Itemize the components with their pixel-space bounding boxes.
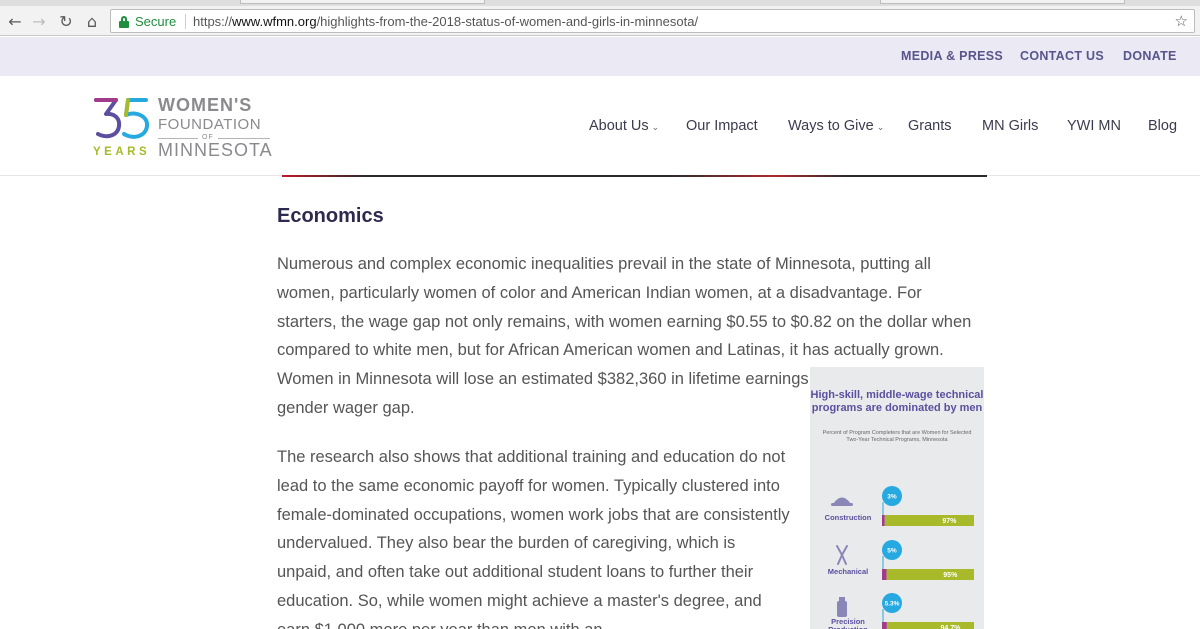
site-header: YEARS WOMEN'S FOUNDATION OF MINNESOTA Ab…: [0, 76, 1200, 176]
nav-grants[interactable]: Grants: [908, 118, 952, 134]
nav-ywi-mn[interactable]: YWI MN: [1067, 118, 1121, 134]
men-percent-label: 97%: [942, 518, 957, 525]
bottle-icon-cap: [839, 597, 845, 601]
nav-mn-girls[interactable]: MN Girls: [982, 118, 1038, 134]
url-text[interactable]: https://www.wfmn.org/highlights-from-the…: [193, 14, 698, 29]
nav-our-impact[interactable]: Our Impact: [686, 118, 758, 134]
logo-35-mark: [94, 98, 149, 139]
men-percent-label: 95%: [943, 572, 958, 579]
women-bar: [882, 622, 887, 629]
chevron-down-icon: ⌄: [651, 122, 660, 132]
hero-image-bottom-edge: [282, 175, 987, 177]
lock-icon: [119, 16, 129, 28]
browser-tab[interactable]: [240, 0, 485, 4]
star-icon[interactable]: ☆: [1175, 12, 1188, 30]
secure-label: Secure: [135, 14, 177, 29]
url-path: /highlights-from-the-2018-status-of-wome…: [316, 14, 699, 29]
logo-rule: [218, 138, 270, 139]
address-bar[interactable]: Secure https://www.wfmn.org/highlights-f…: [110, 9, 1195, 33]
url-host: www.wfmn.org: [232, 14, 317, 29]
nav-ways-to-give-label: Ways to Give: [788, 118, 874, 134]
men-bar: [886, 569, 974, 580]
media-press-link[interactable]: MEDIA & PRESS: [901, 49, 1003, 63]
men-percent-label: 94.7%: [941, 625, 962, 629]
donate-link[interactable]: DONATE: [1123, 49, 1177, 63]
nav-about-us[interactable]: About Us ⌄: [589, 118, 659, 134]
contact-us-link[interactable]: CONTACT US: [1020, 49, 1104, 63]
logo-years: YEARS: [93, 146, 151, 158]
forward-arrow-icon[interactable]: →: [28, 10, 50, 32]
nav-ways-to-give[interactable]: Ways to Give ⌄: [788, 118, 884, 134]
wrench-icon: [836, 545, 848, 565]
logo-rule: [158, 138, 198, 139]
hard-hat-icon-brim: [831, 503, 853, 506]
men-bar: [884, 515, 974, 526]
paragraph-training: The research also shows that additional …: [277, 448, 790, 629]
reload-icon[interactable]: ↻: [55, 10, 77, 32]
women-percent-label: 3%: [887, 494, 897, 501]
infographic: High-skill, middle-wage technical progra…: [810, 367, 984, 629]
back-arrow-icon[interactable]: ←: [4, 10, 26, 32]
women-percent-label: 5%: [887, 548, 897, 555]
nav-blog[interactable]: Blog: [1148, 118, 1177, 134]
browser-tab[interactable]: [880, 0, 1125, 4]
category-label: Production: [828, 625, 868, 629]
women-bar: [882, 569, 887, 580]
category-label: Construction: [825, 513, 872, 522]
men-bar: [886, 622, 974, 629]
women-bar: [882, 515, 885, 526]
category-label: Mechanical: [828, 567, 868, 576]
chevron-down-icon: ⌄: [876, 122, 885, 132]
logo-line-minnesota: MINNESOTA: [158, 140, 273, 160]
logo-line-foundation: FOUNDATION: [158, 116, 262, 133]
women-percent-label: 5.3%: [885, 601, 900, 608]
bottle-icon: [837, 601, 847, 617]
section-heading: Economics: [277, 205, 384, 227]
home-icon[interactable]: ⌂: [81, 10, 103, 32]
utility-bar: MEDIA & PRESS CONTACT US DONATE: [0, 37, 1200, 76]
browser-toolbar: ← → ↻ ⌂ Secure https://www.wfmn.org/high…: [0, 6, 1200, 36]
site-logo[interactable]: YEARS WOMEN'S FOUNDATION OF MINNESOTA: [90, 94, 275, 160]
logo-line-womens: WOMEN'S: [158, 95, 253, 115]
omnibox-separator: [185, 14, 186, 29]
infographic-chart: Construction3%97%Mechanical5%95%Precisio…: [825, 486, 974, 629]
nav-about-us-label: About Us: [589, 118, 649, 134]
url-scheme: https://: [193, 14, 233, 29]
